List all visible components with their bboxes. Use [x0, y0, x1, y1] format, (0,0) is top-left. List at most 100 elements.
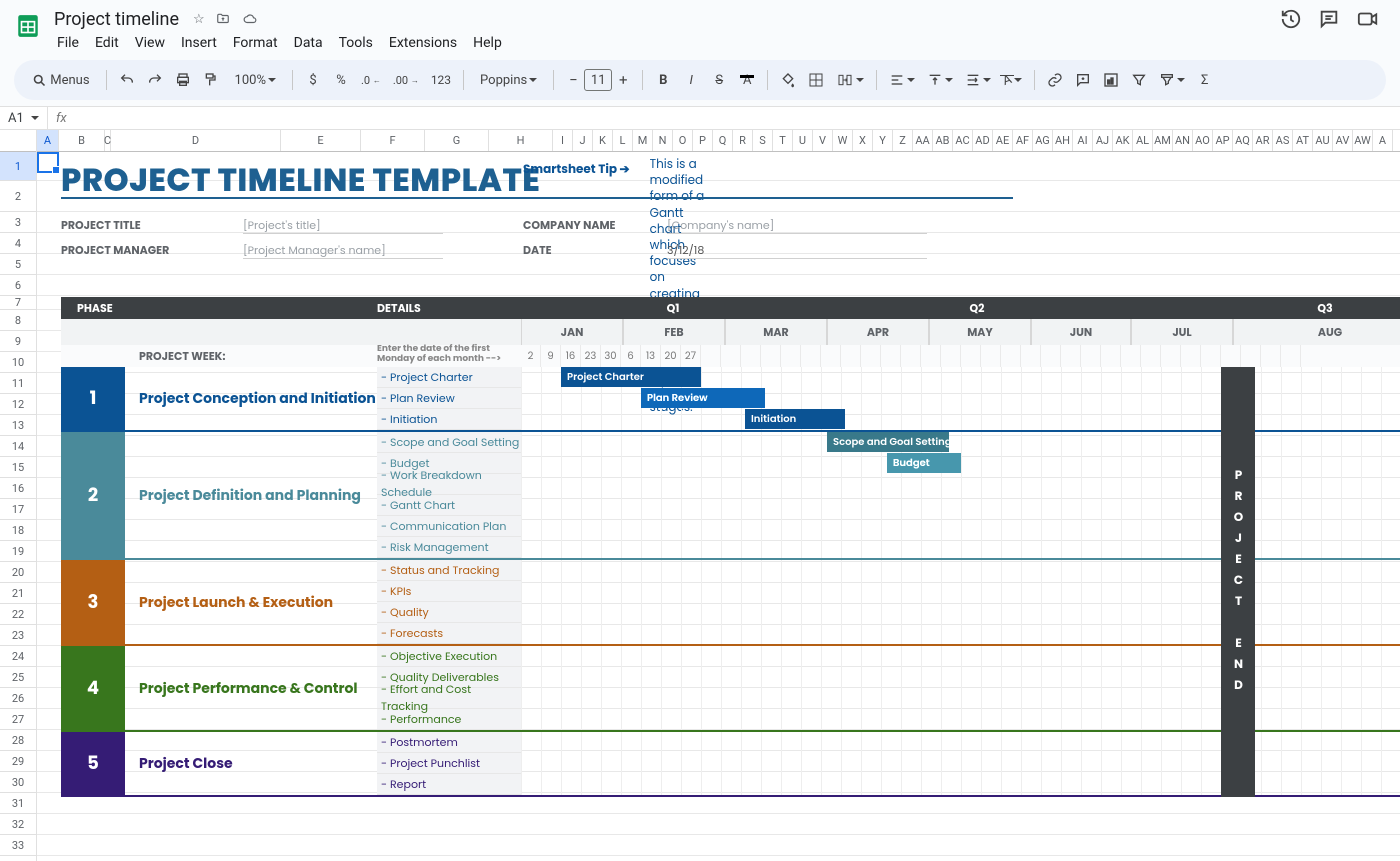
week-cell[interactable]: 6 [621, 345, 641, 367]
col-header[interactable]: AF [1013, 130, 1033, 151]
week-cell[interactable]: 27 [681, 345, 701, 367]
row-header[interactable]: 25 [0, 667, 36, 688]
company-value[interactable]: [Company's name] [667, 217, 927, 234]
row-header[interactable]: 10 [0, 352, 36, 373]
week-cell[interactable] [701, 345, 721, 367]
row-header[interactable]: 31 [0, 793, 36, 814]
col-header[interactable]: AI [1073, 130, 1093, 151]
col-header[interactable]: AT [1293, 130, 1313, 151]
strike-button[interactable]: S [707, 66, 731, 94]
gantt-bar[interactable]: Budget [887, 453, 961, 473]
col-header[interactable]: AL [1133, 130, 1153, 151]
col-header[interactable]: Z [893, 130, 913, 151]
week-cell[interactable]: 20 [661, 345, 681, 367]
week-cell[interactable] [1041, 345, 1061, 367]
col-header[interactable]: Y [873, 130, 893, 151]
row-header[interactable]: 32 [0, 814, 36, 835]
row-header[interactable]: 23 [0, 625, 36, 646]
detail-row[interactable]: - Work Breakdown Schedule [377, 474, 521, 495]
meet-icon[interactable] [1356, 8, 1380, 30]
row-header[interactable]: 11 [0, 373, 36, 394]
detail-row[interactable]: - Gantt Chart [377, 495, 521, 516]
increase-font-button[interactable]: + [612, 71, 634, 89]
col-header[interactable]: X [853, 130, 873, 151]
col-header[interactable]: T [773, 130, 793, 151]
project-title-value[interactable]: [Project's title] [243, 217, 443, 234]
menu-format[interactable]: Format [226, 32, 285, 54]
col-header[interactable]: AH [1053, 130, 1073, 151]
row-header[interactable]: 1 [0, 152, 36, 181]
menu-view[interactable]: View [128, 32, 172, 54]
row-header[interactable]: 13 [0, 415, 36, 436]
comment-icon[interactable] [1318, 8, 1340, 30]
row-header[interactable]: 7 [0, 296, 36, 310]
row-header[interactable]: 6 [0, 275, 36, 296]
col-header[interactable]: N [653, 130, 673, 151]
valign-button[interactable] [923, 66, 957, 94]
week-cell[interactable]: 23 [581, 345, 601, 367]
col-header[interactable]: O [673, 130, 693, 151]
name-box[interactable]: A1 [0, 107, 48, 129]
move-icon[interactable] [215, 12, 231, 27]
col-header[interactable]: R [733, 130, 753, 151]
detail-row[interactable]: - KPIs [377, 581, 521, 602]
row-header[interactable]: 8 [0, 310, 36, 331]
week-cell[interactable]: 30 [601, 345, 621, 367]
row-header[interactable]: 21 [0, 583, 36, 604]
detail-row[interactable]: - Project Punchlist [377, 753, 521, 774]
gantt-bar[interactable]: Scope and Goal Setting [827, 432, 949, 452]
row-header[interactable]: 19 [0, 541, 36, 562]
history-icon[interactable] [1280, 8, 1302, 30]
col-header[interactable]: AU [1313, 130, 1333, 151]
col-header[interactable]: AB [933, 130, 953, 151]
text-color-button[interactable]: A [735, 66, 759, 94]
project-manager-value[interactable]: [Project Manager's name] [243, 242, 443, 259]
col-header[interactable]: AC [953, 130, 973, 151]
week-cell[interactable] [1281, 345, 1301, 367]
col-header[interactable]: I [553, 130, 573, 151]
search-menus-button[interactable]: Menus [24, 66, 98, 94]
redo-button[interactable] [143, 66, 167, 94]
col-header[interactable]: AD [973, 130, 993, 151]
more-formats-button[interactable]: 123 [427, 66, 455, 94]
sheets-logo[interactable] [14, 8, 42, 44]
percent-button[interactable]: % [329, 66, 353, 94]
doc-title[interactable]: Project timeline [50, 8, 183, 31]
col-header[interactable]: AQ [1233, 130, 1253, 151]
menu-edit[interactable]: Edit [88, 32, 126, 54]
menu-insert[interactable]: Insert [174, 32, 224, 54]
row-header[interactable]: 14 [0, 436, 36, 457]
row-header[interactable]: 15 [0, 457, 36, 478]
print-button[interactable] [171, 66, 195, 94]
week-cell[interactable] [1101, 345, 1121, 367]
decrease-decimal-button[interactable]: .0 ← [357, 66, 385, 94]
week-cell[interactable] [1161, 345, 1181, 367]
row-header[interactable]: 29 [0, 751, 36, 772]
col-header[interactable]: G [425, 130, 489, 151]
menu-help[interactable]: Help [466, 32, 509, 54]
row-header[interactable]: 27 [0, 709, 36, 730]
decrease-font-button[interactable]: − [562, 71, 584, 89]
week-cell[interactable] [721, 345, 741, 367]
gantt-bar[interactable]: Project Charter [561, 367, 701, 387]
select-all-corner[interactable] [0, 130, 36, 152]
link-button[interactable] [1043, 66, 1067, 94]
row-header[interactable]: 26 [0, 688, 36, 709]
week-cell[interactable] [861, 345, 881, 367]
col-header[interactable]: L [613, 130, 633, 151]
insert-chart-button[interactable] [1099, 66, 1123, 94]
col-header[interactable]: AA [913, 130, 933, 151]
detail-row[interactable]: - Plan Review [377, 388, 521, 409]
font-size-input[interactable]: 11 [584, 69, 612, 91]
week-cell[interactable] [1081, 345, 1101, 367]
undo-button[interactable] [115, 66, 139, 94]
week-cell[interactable] [961, 345, 981, 367]
filter-button[interactable] [1127, 66, 1151, 94]
week-cell[interactable] [1201, 345, 1221, 367]
detail-row[interactable]: - Report [377, 774, 521, 795]
week-cell[interactable] [1241, 345, 1261, 367]
week-cell[interactable] [981, 345, 1001, 367]
row-header[interactable]: 3 [0, 212, 36, 233]
row-header[interactable]: 20 [0, 562, 36, 583]
paint-format-button[interactable] [199, 66, 223, 94]
